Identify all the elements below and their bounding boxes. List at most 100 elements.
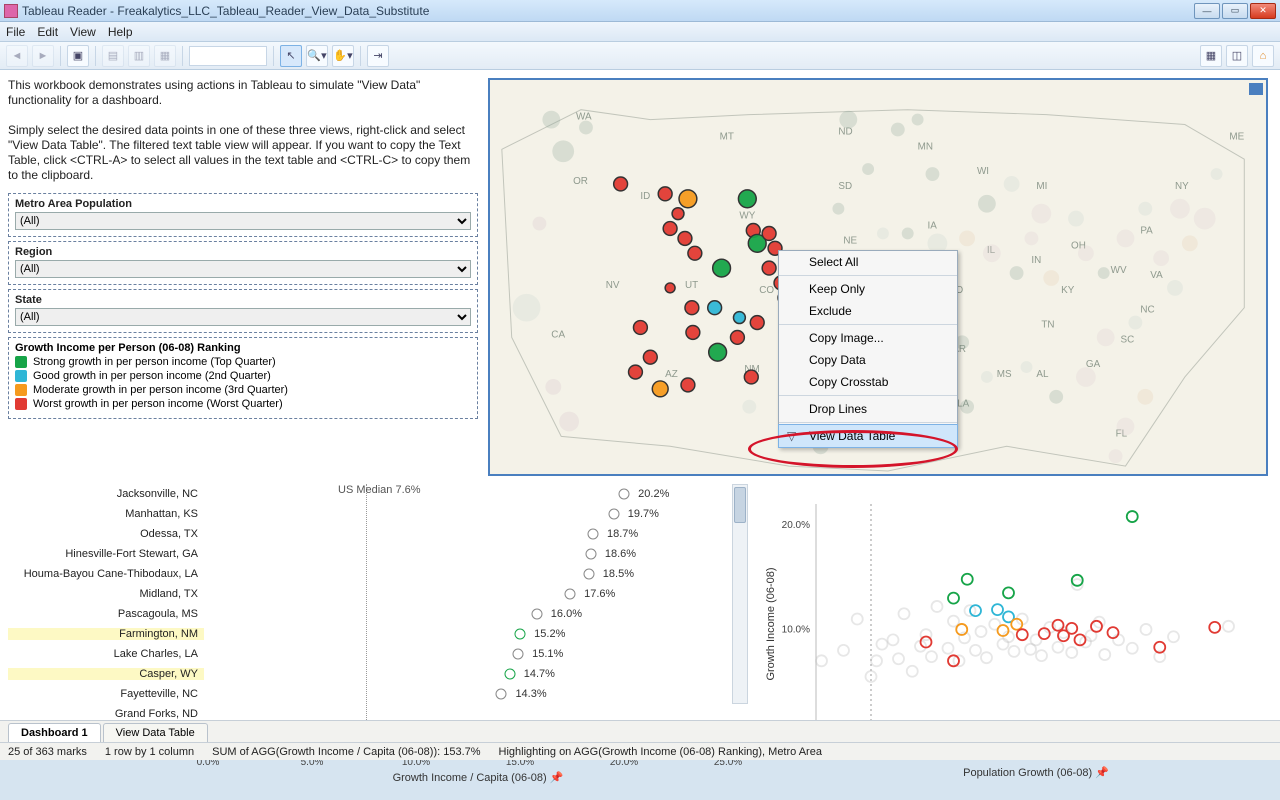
bar-row[interactable]: Casper, WY14.7%	[8, 664, 728, 684]
scatter-point[interactable]	[1066, 647, 1077, 658]
map-point[interactable]	[688, 246, 702, 260]
map-point[interactable]	[643, 350, 657, 364]
scrollbar-thumb[interactable]	[734, 487, 746, 523]
ctx-exclude[interactable]: Exclude	[779, 300, 957, 322]
forward-button[interactable]: ►	[32, 45, 54, 67]
bar-point[interactable]	[587, 529, 598, 540]
map-point[interactable]	[713, 259, 731, 277]
ctx-copy-crosstab[interactable]: Copy Crosstab	[779, 371, 957, 393]
map-point[interactable]	[738, 190, 756, 208]
scatter-point[interactable]	[970, 645, 981, 656]
scatter-point[interactable]	[962, 574, 973, 585]
map-point[interactable]	[663, 222, 677, 236]
scatter-point[interactable]	[926, 651, 937, 662]
scatter-point[interactable]	[1127, 511, 1138, 522]
bar-row[interactable]: Fayetteville, NC14.3%	[8, 684, 728, 704]
pan-tool[interactable]: ✋▾	[332, 45, 354, 67]
scatter-point[interactable]	[871, 655, 882, 666]
bar-point[interactable]	[504, 669, 515, 680]
scatter-point[interactable]	[948, 593, 959, 604]
scatter-point[interactable]	[1009, 646, 1020, 657]
toolbar-icon[interactable]: ▦	[154, 45, 176, 67]
bar-row[interactable]: Hinesville-Fort Stewart, GA18.6%	[8, 544, 728, 564]
scatter-point[interactable]	[899, 608, 910, 619]
bar-point[interactable]	[565, 589, 576, 600]
filter-state-select[interactable]: (All)	[15, 308, 471, 326]
bar-point[interactable]	[515, 629, 526, 640]
map-point-faded[interactable]	[1078, 245, 1094, 261]
map-point-faded[interactable]	[839, 111, 857, 129]
map-point[interactable]	[678, 231, 692, 245]
scatter-point[interactable]	[877, 639, 888, 650]
scatter-point[interactable]	[816, 655, 827, 666]
map-point-faded[interactable]	[579, 121, 593, 135]
map-point[interactable]	[658, 187, 672, 201]
map-point-faded[interactable]	[1010, 266, 1024, 280]
ctx-view-data-table[interactable]: ▽ View Data Table	[778, 424, 958, 448]
map-point-faded[interactable]	[960, 400, 974, 414]
map-point-faded[interactable]	[1025, 231, 1039, 245]
bar-point[interactable]	[608, 509, 619, 520]
map-point-faded[interactable]	[959, 230, 975, 246]
maximize-button[interactable]: ▭	[1222, 3, 1248, 19]
scatter-point[interactable]	[893, 653, 904, 664]
grid-icon[interactable]: ▦	[1200, 45, 1222, 67]
map-point[interactable]	[652, 381, 668, 397]
map-point[interactable]	[672, 208, 684, 220]
back-button[interactable]: ◄	[6, 45, 28, 67]
map-point[interactable]	[679, 190, 697, 208]
map-point-faded[interactable]	[862, 163, 874, 175]
map-point-faded[interactable]	[912, 114, 924, 126]
minimize-button[interactable]: —	[1194, 3, 1220, 19]
scatter-point[interactable]	[1053, 642, 1064, 653]
map-point[interactable]	[762, 227, 776, 241]
map-point[interactable]	[762, 261, 776, 275]
bar-point[interactable]	[585, 549, 596, 560]
map-point[interactable]	[681, 378, 695, 392]
map-point-faded[interactable]	[513, 294, 541, 322]
scatter-point[interactable]	[1099, 649, 1110, 660]
map-point-faded[interactable]	[1109, 449, 1123, 463]
map-point-faded[interactable]	[891, 123, 905, 137]
bar-point[interactable]	[513, 649, 524, 660]
presentation-button[interactable]: ▣	[67, 45, 89, 67]
scatter-point[interactable]	[1168, 631, 1179, 642]
pin-tool[interactable]: ⇥	[367, 45, 389, 67]
bar-row[interactable]: Midland, TX17.6%	[8, 584, 728, 604]
map-point-faded[interactable]	[983, 244, 1001, 262]
menu-view[interactable]: View	[70, 25, 96, 39]
map-point[interactable]	[750, 316, 764, 330]
close-button[interactable]: ✕	[1250, 3, 1276, 19]
map-point[interactable]	[633, 321, 647, 335]
map-point-faded[interactable]	[552, 140, 574, 162]
map-point-faded[interactable]	[1004, 176, 1020, 192]
ctx-select-all[interactable]: Select All	[779, 251, 957, 273]
legend-item[interactable]: Moderate growth in per person income (3r…	[15, 384, 471, 396]
map-point[interactable]	[665, 283, 675, 293]
map-point-faded[interactable]	[1049, 390, 1063, 404]
map-point[interactable]	[614, 177, 628, 191]
map-point-faded[interactable]	[1076, 367, 1096, 387]
map-point[interactable]	[686, 326, 700, 340]
map-point-faded[interactable]	[1194, 208, 1216, 230]
scatter-point[interactable]	[1113, 634, 1124, 645]
map-point[interactable]	[629, 365, 643, 379]
scatter-point[interactable]	[981, 652, 992, 663]
bar-row[interactable]: Pascagoula, MS16.0%	[8, 604, 728, 624]
scatter-point[interactable]	[932, 601, 943, 612]
bar-point[interactable]	[583, 569, 594, 580]
bar-scrollbar[interactable]	[732, 484, 748, 704]
scatter-point[interactable]	[1223, 621, 1234, 632]
map-view[interactable]: WAORCAIDNVUTAZMTWYCONMNDSDNEKSOKTXMNIAMO…	[488, 78, 1268, 476]
scatter-point[interactable]	[976, 626, 987, 637]
map-point[interactable]	[730, 330, 744, 344]
map-point-faded[interactable]	[559, 412, 579, 432]
map-point-faded[interactable]	[1068, 211, 1084, 227]
ctx-keep-only[interactable]: Keep Only	[779, 278, 957, 300]
ctx-copy-data[interactable]: Copy Data	[779, 349, 957, 371]
bar-row[interactable]: Farmington, NM15.2%	[8, 624, 728, 644]
map-point[interactable]	[709, 343, 727, 361]
scatter-point[interactable]	[852, 614, 863, 625]
map-point-faded[interactable]	[926, 167, 940, 181]
map-point-faded[interactable]	[1098, 267, 1110, 279]
